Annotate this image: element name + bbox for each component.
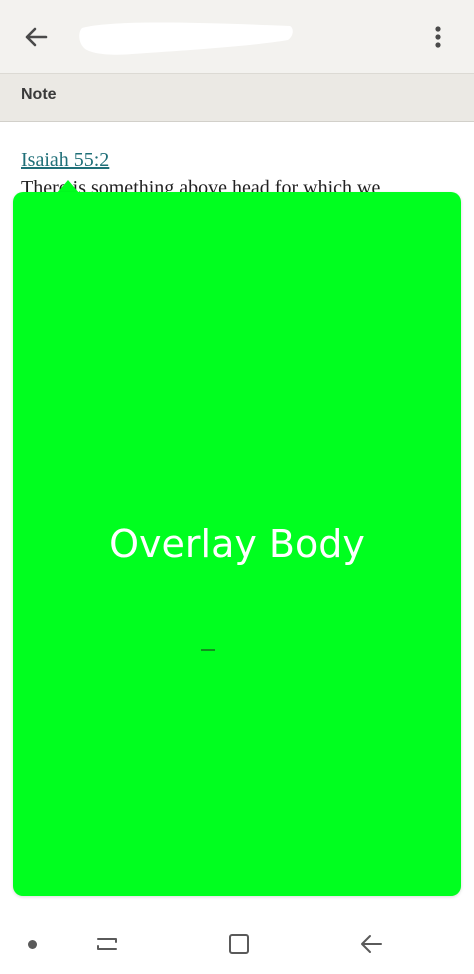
section-header: Note [0,74,474,122]
overlay-speck [201,649,215,651]
dot-indicator-icon [28,940,37,949]
app-bar [0,0,474,74]
system-nav-bar [0,918,474,974]
home-button[interactable] [225,930,253,958]
back-button[interactable] [18,19,54,55]
recents-icon [97,938,117,950]
title-redaction [72,10,302,62]
home-icon [229,934,249,954]
overlay-label: Overlay Body [109,522,365,566]
overlay-body[interactable]: Overlay Body [13,192,461,896]
more-vert-icon [435,26,441,48]
more-options-button[interactable] [420,19,456,55]
arrow-left-icon [25,27,48,47]
back-icon [361,935,382,953]
recents-button[interactable] [93,930,121,958]
system-back-button[interactable] [357,930,385,958]
section-title: Note [21,86,57,103]
verse-reference-link[interactable]: Isaiah 55:2 [21,149,109,172]
